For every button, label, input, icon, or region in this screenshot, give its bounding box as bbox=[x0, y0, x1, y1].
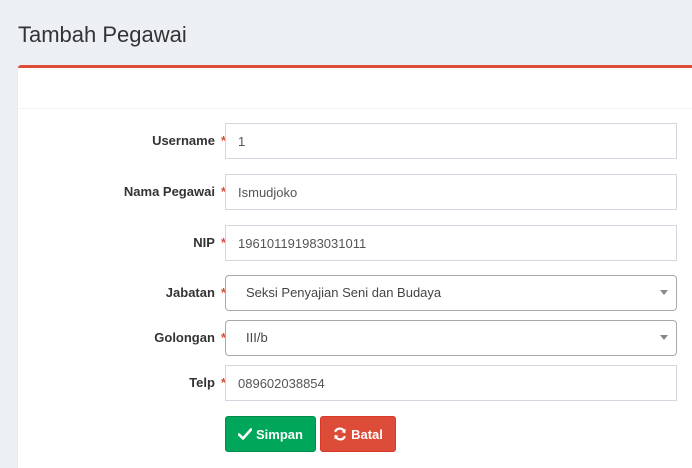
form-actions: Simpan Batal bbox=[18, 416, 692, 452]
form-row-nama-pegawai: Nama Pegawai * bbox=[18, 174, 692, 210]
jabatan-label-text: Jabatan bbox=[165, 285, 215, 300]
telp-input[interactable] bbox=[225, 365, 677, 401]
nip-input[interactable] bbox=[225, 225, 677, 261]
nama-pegawai-label-text: Nama Pegawai bbox=[123, 184, 215, 199]
telp-label: Telp * bbox=[189, 365, 226, 401]
save-button[interactable]: Simpan bbox=[225, 416, 316, 452]
username-label: Username * bbox=[152, 123, 226, 159]
check-icon bbox=[238, 428, 253, 440]
chevron-down-icon bbox=[660, 335, 668, 340]
save-button-label: Simpan bbox=[256, 426, 303, 442]
refresh-icon bbox=[333, 427, 347, 441]
jabatan-select[interactable]: Seksi Penyajian Seni dan Budaya bbox=[225, 275, 677, 311]
cancel-button-label: Batal bbox=[351, 426, 383, 442]
form-row-nip: NIP * bbox=[18, 225, 692, 261]
nama-pegawai-input[interactable] bbox=[225, 174, 677, 210]
nip-label: NIP * bbox=[193, 225, 226, 261]
username-input[interactable] bbox=[225, 123, 677, 159]
chevron-down-icon bbox=[660, 290, 668, 295]
golongan-select[interactable]: III/b bbox=[225, 320, 677, 356]
golongan-selected-value: III/b bbox=[246, 330, 268, 345]
page-title: Tambah Pegawai bbox=[18, 22, 187, 47]
golongan-label: Golongan * bbox=[154, 320, 226, 356]
form-row-jabatan: Jabatan * Seksi Penyajian Seni dan Budaya bbox=[18, 275, 692, 311]
form-row-username: Username * bbox=[18, 123, 692, 159]
page: Tambah Pegawai Username* Nama Pegawai* N… bbox=[0, 0, 692, 468]
jabatan-label: Jabatan * bbox=[166, 275, 226, 311]
form-box: Username* Nama Pegawai* NIP* Jabatan* Se… bbox=[18, 65, 692, 468]
box-header bbox=[18, 68, 692, 109]
nama-pegawai-label: Nama Pegawai * bbox=[124, 174, 226, 210]
nip-label-text: NIP bbox=[193, 235, 215, 250]
cancel-button[interactable]: Batal bbox=[320, 416, 396, 452]
form-row-telp: Telp * bbox=[18, 365, 692, 401]
golongan-label-text: Golongan bbox=[154, 330, 215, 345]
username-label-text: Username bbox=[152, 133, 215, 148]
form-row-golongan: Golongan * III/b bbox=[18, 320, 692, 356]
telp-label-text: Telp bbox=[189, 375, 215, 390]
jabatan-selected-value: Seksi Penyajian Seni dan Budaya bbox=[246, 285, 442, 300]
